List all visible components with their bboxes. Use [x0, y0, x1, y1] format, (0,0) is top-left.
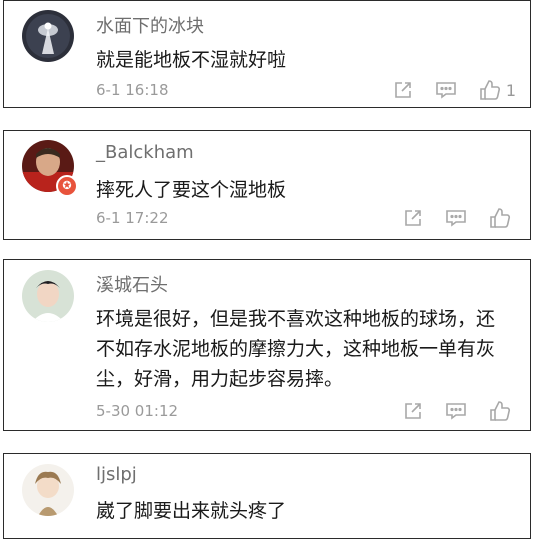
avatar[interactable] [22, 270, 74, 322]
comment-text: 崴了脚要出来就头疼了 [96, 500, 287, 522]
thumbs-up-icon [490, 401, 511, 421]
comment-timestamp: 5-30 01:12 [96, 402, 179, 420]
share-icon[interactable] [403, 208, 423, 228]
comment-card: ljslpj 崴了脚要出来就头疼了 [3, 453, 531, 539]
reply-icon[interactable] [435, 80, 457, 100]
comment-card: 溪城石头 环境是很好，但是我不喜欢这种地板的球场，还不如存水泥地板的摩擦力大，这… [3, 259, 531, 431]
comment-timestamp: 6-1 16:18 [96, 81, 169, 99]
comment-card: 水面下的冰块 就是能地板不湿就好啦 6-1 16:18 1 [3, 0, 531, 108]
comment-actions [381, 398, 516, 424]
reply-icon[interactable] [445, 208, 467, 228]
verified-badge: ✪ [56, 175, 78, 197]
comment-timestamp: 6-1 17:22 [96, 209, 169, 227]
reply-icon[interactable] [445, 401, 467, 421]
comment-text: 就是能地板不湿就好啦 [96, 49, 287, 71]
username[interactable]: 溪城石头 [96, 271, 168, 297]
like-count: 1 [505, 80, 516, 100]
like-button[interactable] [489, 400, 516, 422]
like-button[interactable]: 1 [479, 79, 516, 101]
comment-text: 摔死人了要这个湿地板 [96, 179, 287, 201]
comment-card: ✪ _Balckham 摔死人了要这个湿地板 6-1 17:22 [3, 130, 531, 240]
comment-text: 环境是很好，但是我不喜欢这种地板的球场，还不如存水泥地板的摩擦力大，这种地板一单… [96, 308, 496, 390]
comment-actions: 1 [371, 77, 516, 103]
avatar[interactable] [22, 464, 74, 516]
thumbs-up-icon [480, 80, 500, 100]
thumbs-up-icon [490, 208, 511, 228]
like-button[interactable] [489, 207, 516, 229]
username[interactable]: 水面下的冰块 [96, 12, 204, 38]
share-icon[interactable] [403, 401, 423, 421]
username[interactable]: ljslpj [96, 464, 137, 485]
avatar[interactable] [22, 10, 74, 62]
share-icon[interactable] [393, 80, 413, 100]
comment-actions [381, 205, 516, 231]
username[interactable]: _Balckham [96, 142, 194, 163]
